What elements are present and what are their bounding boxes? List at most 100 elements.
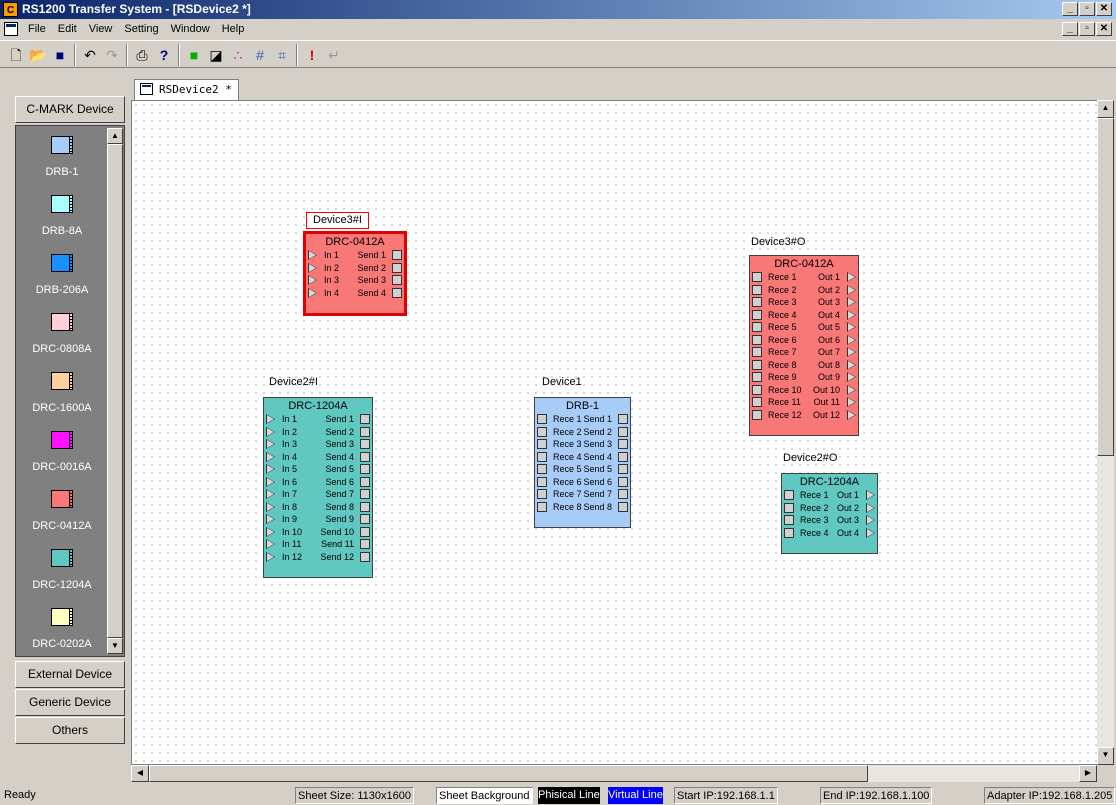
send-port-icon[interactable] [360, 489, 370, 499]
horizontal-scroll-thumb[interactable] [149, 765, 868, 782]
palette-item-drb-8a[interactable]: DRB-8A [16, 195, 108, 237]
send-port-icon[interactable] [360, 514, 370, 524]
output-port-icon[interactable] [847, 384, 856, 395]
device-block[interactable]: DRC-1204A Rece 1 Out 1 Rece 2 Out 2 Rece 3 Out… [781, 473, 878, 554]
send-port-icon[interactable] [360, 426, 370, 437]
device-block[interactable]: DRC-0412A Rece 1 Out 1 Rece 2 Out 2 Rece 3 Out… [749, 255, 859, 436]
input-port-icon[interactable] [266, 476, 275, 487]
receive-port-icon[interactable] [784, 490, 794, 500]
output-port-icon[interactable] [847, 409, 856, 420]
scroll-up-icon[interactable]: ▲ [1097, 100, 1114, 118]
device-instance-label[interactable]: Device2#I [269, 376, 318, 388]
input-port-icon[interactable] [266, 414, 275, 424]
device-instance-label[interactable]: Device2#O [783, 452, 837, 464]
send-port-icon[interactable] [360, 414, 370, 424]
send-port-icon[interactable] [392, 275, 402, 285]
send-port-icon[interactable] [618, 439, 628, 449]
output-port-icon[interactable] [847, 309, 856, 320]
input-port-icon[interactable] [266, 526, 275, 537]
maximize-button[interactable]: ▫ [1079, 2, 1095, 16]
receive-port-icon[interactable] [537, 476, 547, 487]
receive-port-icon[interactable] [537, 489, 547, 499]
receive-port-icon[interactable] [537, 501, 547, 512]
menu-file[interactable]: File [22, 19, 52, 39]
receive-port-icon[interactable] [752, 322, 762, 332]
enter-icon[interactable]: ↵ [324, 45, 344, 65]
output-port-icon[interactable] [847, 272, 856, 282]
input-port-icon[interactable] [308, 287, 317, 298]
send-port-icon[interactable] [360, 439, 370, 449]
receive-port-icon[interactable] [537, 439, 547, 449]
input-port-icon[interactable] [308, 275, 317, 285]
receive-port-icon[interactable] [752, 359, 762, 370]
category-generic-device[interactable]: Generic Device [15, 689, 125, 716]
vertical-scrollbar[interactable]: ▲ ▼ [1097, 100, 1114, 765]
receive-port-icon[interactable] [784, 527, 794, 538]
output-port-icon[interactable] [847, 347, 856, 357]
output-port-icon[interactable] [847, 372, 856, 382]
menu-view[interactable]: View [83, 19, 119, 39]
palette-item-drc-0808a[interactable]: DRC-0808A [16, 313, 108, 355]
open-folder-icon[interactable]: 📂 [28, 45, 48, 65]
receive-port-icon[interactable] [537, 464, 547, 474]
grid-icon[interactable]: # [250, 45, 270, 65]
palette-item-drc-0202a[interactable]: DRC-0202A [16, 608, 108, 650]
input-port-icon[interactable] [266, 464, 275, 474]
receive-port-icon[interactable] [752, 384, 762, 395]
scroll-up-icon[interactable]: ▲ [107, 128, 123, 144]
send-port-icon[interactable] [360, 501, 370, 512]
menu-help[interactable]: Help [216, 19, 251, 39]
device-instance-label[interactable]: Device3#I [306, 212, 369, 229]
doc-minimize-button[interactable]: _ [1062, 22, 1078, 36]
palette-scroll-thumb[interactable] [107, 144, 123, 638]
input-port-icon[interactable] [266, 489, 275, 499]
input-port-icon[interactable] [266, 501, 275, 512]
send-port-icon[interactable] [618, 476, 628, 487]
output-port-icon[interactable] [866, 515, 875, 525]
receive-port-icon[interactable] [752, 397, 762, 407]
menu-edit[interactable]: Edit [52, 19, 83, 39]
scroll-left-icon[interactable]: ◀ [131, 765, 149, 782]
receive-port-icon[interactable] [784, 502, 794, 513]
device-instance-label[interactable]: Device3#O [751, 236, 805, 248]
receive-port-icon[interactable] [752, 372, 762, 382]
input-port-icon[interactable] [308, 262, 317, 273]
output-port-icon[interactable] [847, 397, 856, 407]
doc-close-button[interactable]: ✕ [1096, 22, 1112, 36]
alert-icon[interactable]: ! [302, 45, 322, 65]
send-port-icon[interactable] [392, 262, 402, 273]
input-port-icon[interactable] [266, 551, 275, 562]
send-port-icon[interactable] [360, 464, 370, 474]
send-port-icon[interactable] [618, 451, 628, 462]
tab-rsdevice2[interactable]: RSDevice2 * [134, 79, 239, 100]
palette-scrollbar[interactable]: ▲ ▼ [107, 128, 123, 654]
menu-window[interactable]: Window [165, 19, 216, 39]
select-rect-icon[interactable]: ■ [184, 45, 204, 65]
receive-port-icon[interactable] [537, 451, 547, 462]
palette-item-drc-0412a[interactable]: DRC-0412A [16, 490, 108, 532]
scroll-down-icon[interactable]: ▼ [107, 638, 123, 654]
scroll-right-icon[interactable]: ▶ [1079, 765, 1097, 782]
input-port-icon[interactable] [266, 451, 275, 462]
output-port-icon[interactable] [847, 297, 856, 307]
input-port-icon[interactable] [308, 250, 317, 260]
output-port-icon[interactable] [866, 527, 875, 538]
device-instance-label[interactable]: Device1 [542, 376, 582, 388]
palette-item-drc-0016a[interactable]: DRC-0016A [16, 431, 108, 473]
send-port-icon[interactable] [618, 426, 628, 437]
color-dots-icon[interactable]: ∴ [228, 45, 248, 65]
output-port-icon[interactable] [866, 502, 875, 513]
category-cmark-device[interactable]: C-MARK Device [15, 96, 125, 123]
send-port-icon[interactable] [360, 451, 370, 462]
input-port-icon[interactable] [266, 514, 275, 524]
device-block[interactable]: DRC-0412A In 1 Send 1 In 2 Send 2 In 3 Send 3I… [303, 231, 407, 316]
palette-item-drc-1204a[interactable]: DRC-1204A [16, 549, 108, 591]
redo-icon[interactable]: ↷ [102, 45, 122, 65]
save-icon[interactable]: ■ [50, 45, 70, 65]
send-port-icon[interactable] [618, 501, 628, 512]
send-port-icon[interactable] [360, 526, 370, 537]
output-port-icon[interactable] [866, 490, 875, 500]
design-canvas[interactable]: Device3#I DRC-0412A In 1 Send 1 In 2 Send 2 In… [131, 100, 1101, 765]
send-port-icon[interactable] [360, 476, 370, 487]
undo-icon[interactable]: ↶ [80, 45, 100, 65]
